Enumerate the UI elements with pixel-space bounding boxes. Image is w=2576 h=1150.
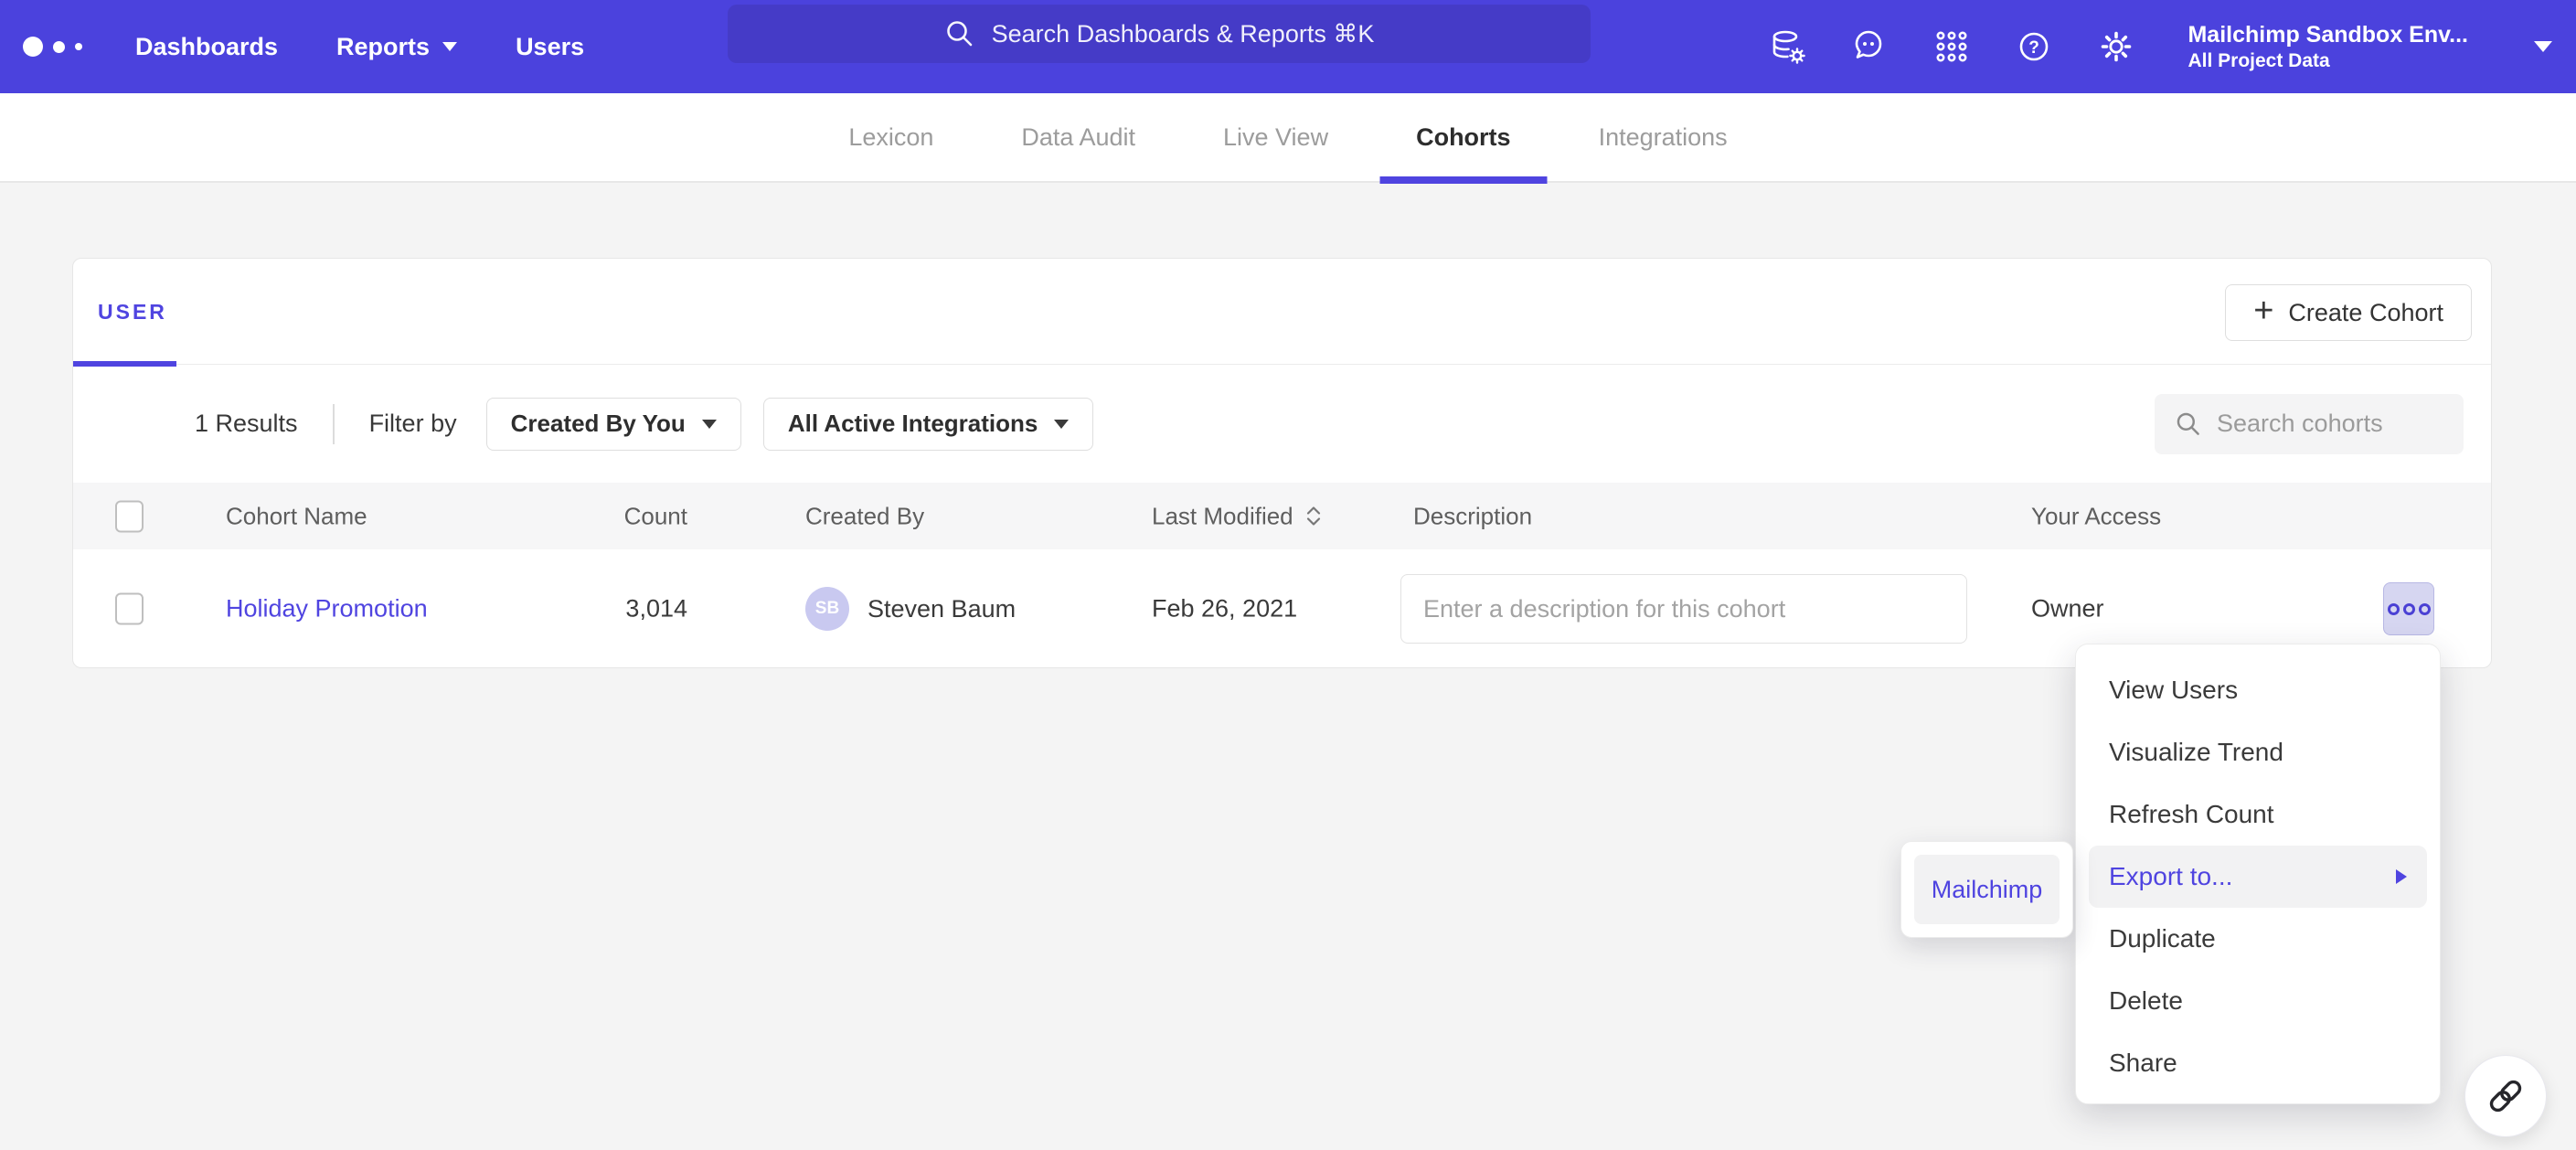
filter-by-label: Filter by — [369, 410, 457, 438]
integrations-filter-dropdown[interactable]: All Active Integrations — [763, 398, 1094, 451]
search-icon — [2175, 410, 2202, 438]
tab-data-audit[interactable]: Data Audit — [977, 92, 1179, 182]
column-cohort-name: Cohort Name — [226, 502, 367, 530]
sort-icon[interactable] — [1304, 505, 1323, 528]
create-cohort-button[interactable]: + Create Cohort — [2225, 284, 2472, 341]
data-management-subnav: Lexicon Data Audit Live View Cohorts Int… — [0, 93, 2576, 183]
global-search-input[interactable]: Search Dashboards & Reports ⌘K — [728, 5, 1591, 63]
link-icon — [2486, 1076, 2526, 1116]
svg-text:?: ? — [2029, 38, 2040, 58]
logo-dot-large — [23, 37, 43, 57]
apps-grid-icon[interactable] — [1932, 27, 1972, 67]
chevron-down-icon — [1054, 420, 1069, 429]
menu-item-visualize-trend[interactable]: Visualize Trend — [2076, 721, 2440, 783]
nav-users[interactable]: Users — [516, 33, 584, 61]
nav-reports-label: Reports — [336, 33, 430, 61]
submenu-item-mailchimp[interactable]: Mailchimp — [1914, 855, 2060, 924]
logo-dot-medium — [53, 41, 65, 53]
tab-integrations[interactable]: Integrations — [1555, 92, 1772, 182]
divider — [333, 404, 335, 444]
created-by-filter-label: Created By You — [511, 410, 686, 438]
export-submenu: Mailchimp — [1900, 841, 2073, 938]
card-header: USER + Create Cohort — [73, 259, 2491, 365]
export-to-label: Export to... — [2109, 862, 2232, 891]
feedback-icon[interactable] — [1849, 27, 1889, 67]
access-value: Owner — [2031, 595, 2104, 623]
column-your-access: Your Access — [2031, 502, 2161, 530]
results-count: 1 Results — [195, 410, 298, 438]
mixpanel-logo-dots-icon[interactable] — [23, 37, 82, 57]
search-cohorts-input[interactable] — [2217, 410, 2445, 438]
menu-item-delete[interactable]: Delete — [2076, 970, 2440, 1032]
menu-item-share[interactable]: Share — [2076, 1032, 2440, 1094]
navbar-left: Dashboards Reports Users — [23, 0, 584, 93]
column-description: Description — [1413, 502, 1532, 530]
integrations-filter-label: All Active Integrations — [788, 410, 1038, 438]
help-icon[interactable]: ? — [2014, 27, 2054, 67]
menu-item-duplicate[interactable]: Duplicate — [2076, 908, 2440, 970]
search-icon — [944, 18, 975, 49]
cohort-name-link[interactable]: Holiday Promotion — [226, 595, 428, 623]
created-by-filter-dropdown[interactable]: Created By You — [486, 398, 741, 451]
project-name: Mailchimp Sandbox Env... — [2187, 21, 2468, 49]
tab-lexicon[interactable]: Lexicon — [804, 92, 977, 182]
cohorts-card: USER + Create Cohort 1 Results Filter by… — [72, 258, 2492, 668]
description-input[interactable] — [1400, 574, 1967, 644]
tab-cohorts[interactable]: Cohorts — [1372, 92, 1555, 182]
column-last-modified[interactable]: Last Modified — [1152, 502, 1323, 530]
table-header: Cohort Name Count Created By Last Modifi… — [73, 483, 2491, 549]
project-switcher[interactable]: Mailchimp Sandbox Env... All Project Dat… — [2187, 21, 2468, 73]
plus-icon: + — [2253, 293, 2273, 328]
row-checkbox[interactable] — [115, 593, 144, 625]
tab-cohorts-label: Cohorts — [1416, 123, 1511, 152]
menu-item-refresh-count[interactable]: Refresh Count — [2076, 783, 2440, 846]
project-subtitle: All Project Data — [2187, 49, 2468, 73]
creator-name: Steven Baum — [868, 595, 1016, 623]
row-actions-button[interactable] — [2383, 582, 2434, 635]
avatar: SB — [805, 587, 849, 631]
copy-link-button[interactable] — [2464, 1055, 2547, 1137]
nav-reports[interactable]: Reports — [336, 33, 457, 61]
column-count: Count — [420, 502, 687, 530]
search-cohorts-field[interactable] — [2155, 394, 2464, 454]
global-search-placeholder: Search Dashboards & Reports ⌘K — [992, 20, 1375, 48]
column-created-by: Created By — [805, 502, 924, 530]
chevron-down-icon — [702, 420, 717, 429]
chevron-down-icon — [442, 42, 457, 51]
last-modified-label: Last Modified — [1152, 502, 1293, 530]
menu-item-view-users[interactable]: View Users — [2076, 659, 2440, 721]
nav-dashboards[interactable]: Dashboards — [135, 33, 278, 61]
row-actions-menu: View Users Visualize Trend Refresh Count… — [2075, 644, 2441, 1104]
filter-row: 1 Results Filter by Created By You All A… — [73, 365, 2491, 483]
navbar-right: ? Mailchimp Sandbox Env... All Project D… — [1767, 0, 2552, 93]
active-tab-underline — [1379, 176, 1547, 184]
create-cohort-label: Create Cohort — [2288, 299, 2443, 327]
ellipsis-menu-icon — [2388, 603, 2400, 615]
gear-icon[interactable] — [2096, 27, 2136, 67]
tab-live-view[interactable]: Live View — [1179, 92, 1372, 182]
menu-item-export-to[interactable]: Export to... — [2089, 846, 2427, 908]
logo-dot-small — [75, 43, 82, 50]
submenu-arrow-icon — [2396, 869, 2407, 884]
chevron-down-icon[interactable] — [2534, 41, 2552, 52]
primary-nav: Dashboards Reports Users — [135, 33, 584, 61]
select-all-checkbox[interactable] — [115, 500, 144, 532]
created-by-cell: SB Steven Baum — [805, 587, 1016, 631]
data-settings-icon[interactable] — [1767, 27, 1807, 67]
last-modified-value: Feb 26, 2021 — [1152, 595, 1297, 623]
tab-user[interactable]: USER — [98, 259, 167, 365]
top-navbar: Dashboards Reports Users Search Dashboar… — [0, 0, 2576, 93]
cohort-count: 3,014 — [420, 595, 687, 623]
